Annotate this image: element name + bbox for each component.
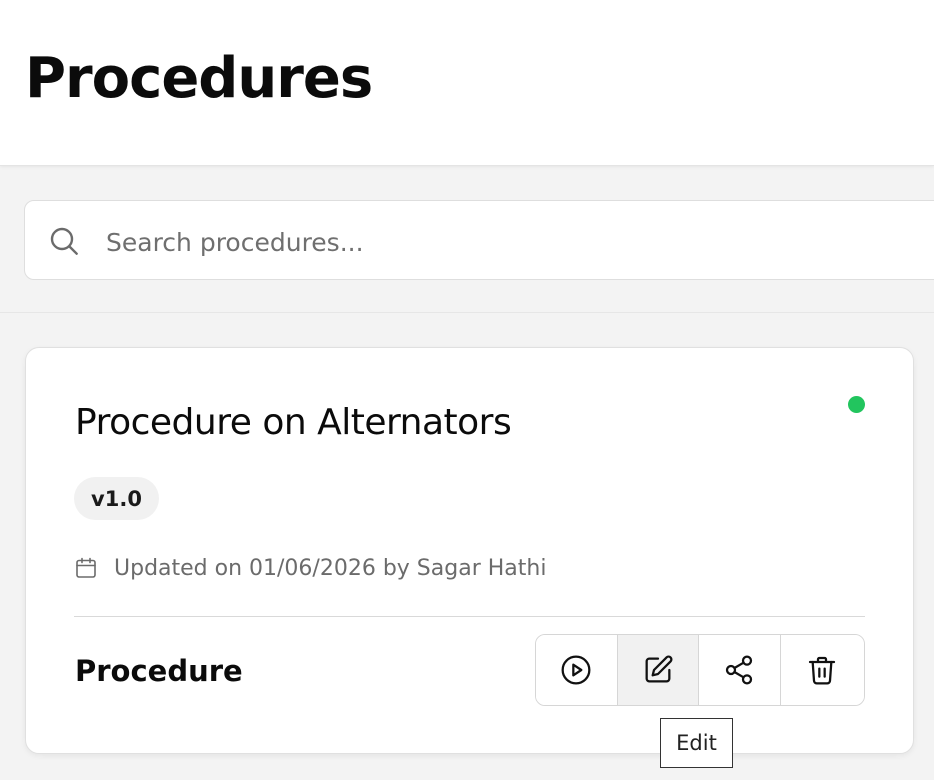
procedure-title[interactable]: Procedure on Alternators	[75, 402, 512, 443]
share-button[interactable]	[699, 635, 781, 705]
page-header: Procedures	[0, 0, 934, 166]
card-divider	[74, 616, 865, 617]
run-button[interactable]	[536, 635, 618, 705]
delete-button[interactable]	[780, 635, 864, 705]
search-input[interactable]	[106, 222, 906, 262]
version-badge: v1.0	[74, 477, 159, 520]
play-icon	[561, 655, 591, 685]
status-indicator	[848, 396, 865, 413]
edit-icon	[645, 655, 673, 683]
section-divider	[0, 312, 934, 313]
action-button-group	[535, 634, 865, 706]
procedure-type-label: Procedure	[75, 654, 243, 688]
trash-icon	[809, 656, 836, 685]
share-icon	[726, 655, 753, 685]
calendar-icon	[76, 557, 96, 578]
edit-tooltip: Edit	[660, 718, 733, 768]
edit-button[interactable]	[617, 635, 699, 705]
search-icon	[50, 227, 78, 255]
page-title: Procedures	[25, 46, 373, 111]
updated-info: Updated on 01/06/2026 by Sagar Hathi	[114, 556, 547, 581]
